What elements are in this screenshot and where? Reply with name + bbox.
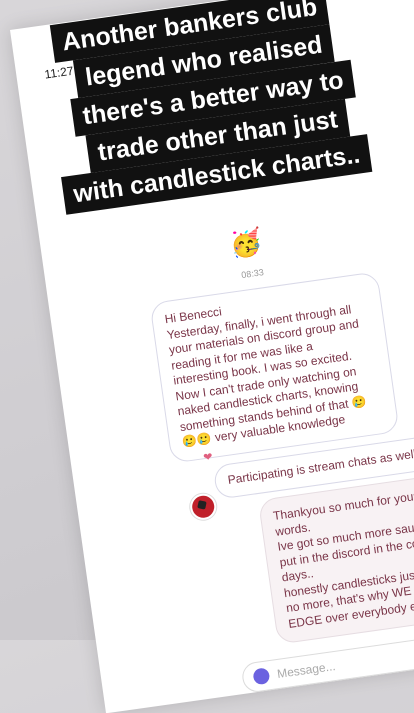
camera-icon[interactable] [252,667,271,686]
message-placeholder: Message... [276,658,337,682]
avatar[interactable] [188,492,218,522]
heart-reaction-icon[interactable]: ❤ [203,450,214,464]
message-timestamp: 08:33 [240,267,265,281]
party-face-emoji-icon: 🥳 [228,225,265,261]
incoming-message: Hi Benecci Yesterday, finally, i went th… [149,271,400,464]
message-input[interactable]: Message... [240,627,414,694]
reply-message: Thankyou so much for your kind words. Iv… [257,468,414,645]
